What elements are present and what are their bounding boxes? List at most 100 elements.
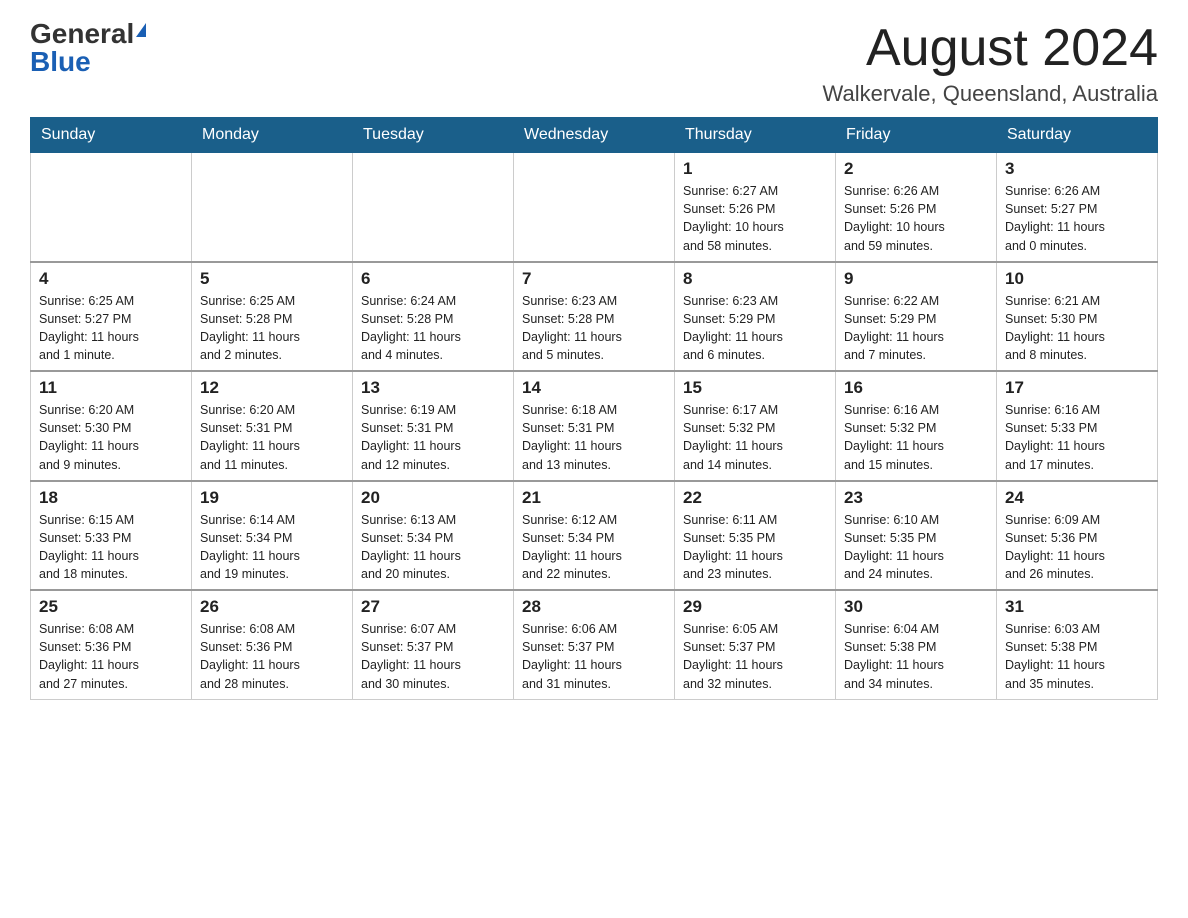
calendar-cell: 19Sunrise: 6:14 AM Sunset: 5:34 PM Dayli… [192,481,353,591]
day-info: Sunrise: 6:17 AM Sunset: 5:32 PM Dayligh… [683,401,827,474]
calendar-cell: 10 Sunrise: 6:21 AM Sunset: 5:30 PM Dayli… [997,262,1158,372]
calendar-cell: 8 Sunrise: 6:23 AM Sunset: 5:29 PM Daylig… [675,262,836,372]
day-number: 8 [683,269,827,289]
calendar-cell: 14Sunrise: 6:18 AM Sunset: 5:31 PM Dayli… [514,371,675,481]
day-number: 20 [361,488,505,508]
day-number: 27 [361,597,505,617]
day-info: Sunrise: 6:08 AM Sunset: 5:36 PM Dayligh… [39,620,183,693]
calendar-week-4: 18Sunrise: 6:15 AM Sunset: 5:33 PM Dayli… [31,481,1158,591]
calendar-cell: 24 Sunrise: 6:09 AM Sunset: 5:36 PM Dayli… [997,481,1158,591]
day-info: Sunrise: 6:21 AM Sunset: 5:30 PM Dayligh… [1005,292,1149,365]
calendar-header-friday: Friday [836,118,997,153]
day-number: 25 [39,597,183,617]
logo-triangle-icon [136,23,146,37]
calendar-header-wednesday: Wednesday [514,118,675,153]
title-section: August 2024 Walkervale, Queensland, Aust… [823,20,1158,107]
day-number: 22 [683,488,827,508]
calendar-cell: 17 Sunrise: 6:16 AM Sunset: 5:33 PM Dayli… [997,371,1158,481]
day-info: Sunrise: 6:10 AM Sunset: 5:35 PM Dayligh… [844,511,988,584]
day-number: 2 [844,159,988,179]
day-info: Sunrise: 6:12 AM Sunset: 5:34 PM Dayligh… [522,511,666,584]
day-info: Sunrise: 6:19 AM Sunset: 5:31 PM Dayligh… [361,401,505,474]
day-info: Sunrise: 6:05 AM Sunset: 5:37 PM Dayligh… [683,620,827,693]
calendar-cell: 12 Sunrise: 6:20 AM Sunset: 5:31 PM Dayli… [192,371,353,481]
day-info: Sunrise: 6:25 AM Sunset: 5:28 PM Dayligh… [200,292,344,365]
day-info: Sunrise: 6:13 AM Sunset: 5:34 PM Dayligh… [361,511,505,584]
day-number: 21 [522,488,666,508]
day-info: Sunrise: 6:26 AM Sunset: 5:27 PM Dayligh… [1005,182,1149,255]
logo-general-text: General [30,20,134,48]
day-info: Sunrise: 6:22 AM Sunset: 5:29 PM Dayligh… [844,292,988,365]
day-info: Sunrise: 6:24 AM Sunset: 5:28 PM Dayligh… [361,292,505,365]
day-info: Sunrise: 6:09 AM Sunset: 5:36 PM Dayligh… [1005,511,1149,584]
day-number: 17 [1005,378,1149,398]
calendar-cell: 7Sunrise: 6:23 AM Sunset: 5:28 PM Daylig… [514,262,675,372]
calendar-cell: 22 Sunrise: 6:11 AM Sunset: 5:35 PM Dayli… [675,481,836,591]
calendar-cell: 5 Sunrise: 6:25 AM Sunset: 5:28 PM Daylig… [192,262,353,372]
calendar-header-monday: Monday [192,118,353,153]
day-number: 10 [1005,269,1149,289]
calendar-cell: 4Sunrise: 6:25 AM Sunset: 5:27 PM Daylig… [31,262,192,372]
calendar-header-row: SundayMondayTuesdayWednesdayThursdayFrid… [31,118,1158,153]
page-header: General Blue August 2024 Walkervale, Que… [30,20,1158,107]
day-number: 4 [39,269,183,289]
day-info: Sunrise: 6:18 AM Sunset: 5:31 PM Dayligh… [522,401,666,474]
calendar-cell: 31 Sunrise: 6:03 AM Sunset: 5:38 PM Dayli… [997,590,1158,699]
day-number: 13 [361,378,505,398]
calendar-table: SundayMondayTuesdayWednesdayThursdayFrid… [30,117,1158,700]
calendar-week-1: 1Sunrise: 6:27 AM Sunset: 5:26 PM Daylig… [31,153,1158,262]
day-info: Sunrise: 6:14 AM Sunset: 5:34 PM Dayligh… [200,511,344,584]
calendar-week-2: 4Sunrise: 6:25 AM Sunset: 5:27 PM Daylig… [31,262,1158,372]
day-info: Sunrise: 6:20 AM Sunset: 5:30 PM Dayligh… [39,401,183,474]
day-info: Sunrise: 6:07 AM Sunset: 5:37 PM Dayligh… [361,620,505,693]
day-info: Sunrise: 6:11 AM Sunset: 5:35 PM Dayligh… [683,511,827,584]
day-info: Sunrise: 6:23 AM Sunset: 5:29 PM Dayligh… [683,292,827,365]
calendar-cell: 15Sunrise: 6:17 AM Sunset: 5:32 PM Dayli… [675,371,836,481]
calendar-cell: 27 Sunrise: 6:07 AM Sunset: 5:37 PM Dayli… [353,590,514,699]
calendar-cell [514,153,675,262]
calendar-week-3: 11 Sunrise: 6:20 AM Sunset: 5:30 PM Dayli… [31,371,1158,481]
calendar-cell [192,153,353,262]
calendar-cell [31,153,192,262]
day-number: 29 [683,597,827,617]
calendar-cell: 26 Sunrise: 6:08 AM Sunset: 5:36 PM Dayli… [192,590,353,699]
day-number: 31 [1005,597,1149,617]
day-number: 16 [844,378,988,398]
day-info: Sunrise: 6:23 AM Sunset: 5:28 PM Dayligh… [522,292,666,365]
logo-blue-text: Blue [30,48,91,76]
calendar-header-sunday: Sunday [31,118,192,153]
calendar-cell: 2Sunrise: 6:26 AM Sunset: 5:26 PM Daylig… [836,153,997,262]
calendar-cell: 18Sunrise: 6:15 AM Sunset: 5:33 PM Dayli… [31,481,192,591]
day-number: 6 [361,269,505,289]
day-number: 11 [39,378,183,398]
calendar-cell: 16Sunrise: 6:16 AM Sunset: 5:32 PM Dayli… [836,371,997,481]
calendar-header-tuesday: Tuesday [353,118,514,153]
day-number: 12 [200,378,344,398]
month-title: August 2024 [823,20,1158,77]
day-number: 24 [1005,488,1149,508]
calendar-cell: 6 Sunrise: 6:24 AM Sunset: 5:28 PM Daylig… [353,262,514,372]
calendar-cell: 3Sunrise: 6:26 AM Sunset: 5:27 PM Daylig… [997,153,1158,262]
day-number: 26 [200,597,344,617]
day-info: Sunrise: 6:03 AM Sunset: 5:38 PM Dayligh… [1005,620,1149,693]
day-number: 1 [683,159,827,179]
calendar-cell: 9 Sunrise: 6:22 AM Sunset: 5:29 PM Daylig… [836,262,997,372]
calendar-header-saturday: Saturday [997,118,1158,153]
day-info: Sunrise: 6:20 AM Sunset: 5:31 PM Dayligh… [200,401,344,474]
calendar-header-thursday: Thursday [675,118,836,153]
calendar-cell: 1Sunrise: 6:27 AM Sunset: 5:26 PM Daylig… [675,153,836,262]
calendar-cell: 30Sunrise: 6:04 AM Sunset: 5:38 PM Dayli… [836,590,997,699]
day-number: 5 [200,269,344,289]
calendar-cell: 20 Sunrise: 6:13 AM Sunset: 5:34 PM Dayli… [353,481,514,591]
calendar-cell: 25 Sunrise: 6:08 AM Sunset: 5:36 PM Dayli… [31,590,192,699]
day-number: 23 [844,488,988,508]
calendar-cell: 23 Sunrise: 6:10 AM Sunset: 5:35 PM Dayli… [836,481,997,591]
day-info: Sunrise: 6:16 AM Sunset: 5:33 PM Dayligh… [1005,401,1149,474]
calendar-cell [353,153,514,262]
calendar-cell: 11 Sunrise: 6:20 AM Sunset: 5:30 PM Dayli… [31,371,192,481]
day-number: 9 [844,269,988,289]
day-number: 30 [844,597,988,617]
location-text: Walkervale, Queensland, Australia [823,81,1158,107]
day-number: 18 [39,488,183,508]
day-info: Sunrise: 6:08 AM Sunset: 5:36 PM Dayligh… [200,620,344,693]
